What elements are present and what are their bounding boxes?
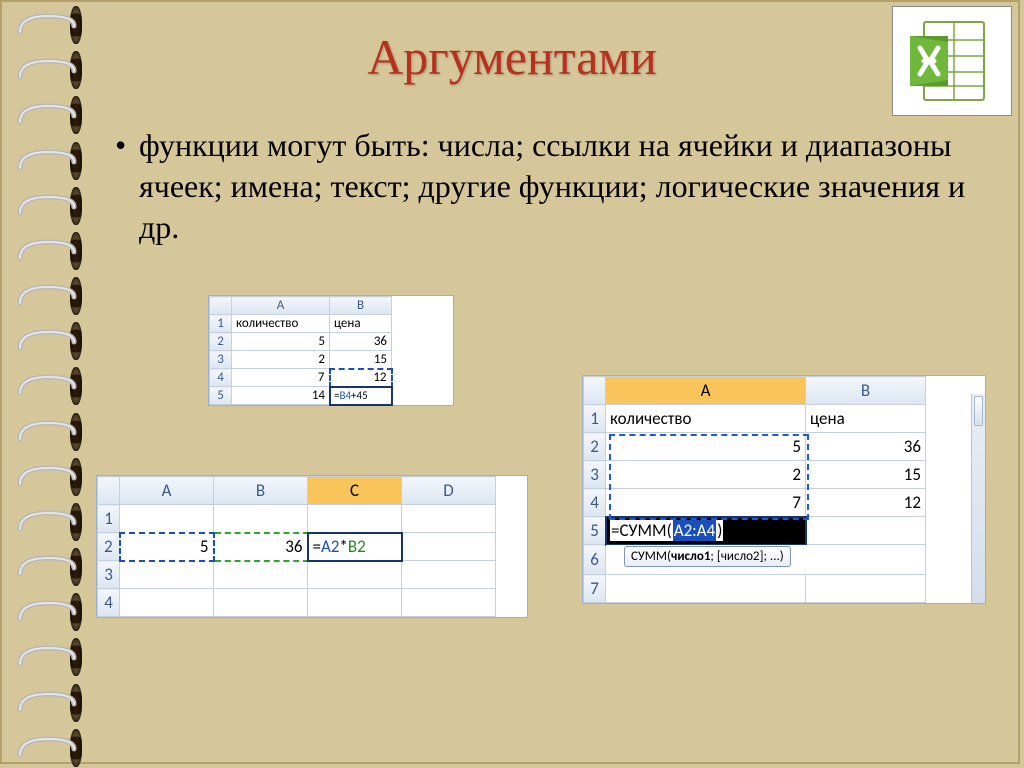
cell: [214, 505, 308, 533]
row-header: 1: [98, 505, 120, 533]
cell: [308, 561, 402, 589]
cell: 14: [232, 387, 330, 405]
cell: [402, 505, 496, 533]
formula-suffix: +45: [351, 389, 368, 402]
row-header: 2: [210, 333, 232, 351]
tooltip-rest: ; [число2]; ...): [710, 549, 783, 564]
cell: [214, 589, 308, 617]
cell: [308, 505, 402, 533]
bullet-content: функции могут быть: числа; ссылки на яче…: [139, 125, 969, 248]
bullet-text: •функции могут быть: числа; ссылки на яч…: [115, 125, 985, 248]
row-header: 5: [584, 517, 606, 545]
cell: 5: [606, 433, 806, 461]
col-header-a: A: [120, 477, 214, 505]
row-header: 4: [584, 489, 606, 517]
cell: [402, 533, 496, 561]
cell: [120, 505, 214, 533]
cell: количество: [606, 405, 806, 433]
function-tooltip: СУММ(число1; [число2]; ...): [624, 546, 791, 567]
cell-referenced: 36: [214, 533, 308, 561]
cell-formula-editing[interactable]: =A2*B2: [308, 533, 402, 561]
cell-referenced: 5: [120, 533, 214, 561]
row-header: 5: [210, 387, 232, 405]
cell: 15: [806, 461, 926, 489]
cell-formula-editing[interactable]: =СУММ(A2:A4): [606, 517, 806, 545]
row-header: 4: [98, 589, 120, 617]
spreadsheet-small: A B 1 количество цена 2 5 36 3 2 15 4 7: [208, 295, 454, 406]
col-header-b: B: [806, 377, 926, 405]
cell: [806, 517, 926, 545]
cell-formula-editing[interactable]: =B4+45: [330, 387, 392, 405]
cell: количество: [232, 315, 330, 333]
row-header: 6: [584, 545, 606, 575]
row-header: 2: [584, 433, 606, 461]
corner-cell: [210, 297, 232, 315]
row-header: 1: [210, 315, 232, 333]
row-header: 4: [210, 369, 232, 387]
slide-title: Аргументами: [0, 28, 1024, 86]
col-header-d: D: [402, 477, 496, 505]
cell: 12: [806, 489, 926, 517]
cell: 5: [232, 333, 330, 351]
cell: цена: [330, 315, 392, 333]
cell: [606, 575, 806, 603]
formula-range: A2:A4: [673, 520, 716, 541]
spreadsheet-multiply: A B C D 1 2 5 36 =A2*B2 3: [96, 475, 528, 618]
tooltip-arg-bold: число1: [671, 549, 710, 564]
scrollbar-vertical[interactable]: [971, 394, 985, 603]
row-header: 3: [98, 561, 120, 589]
row-header: 3: [210, 351, 232, 369]
row-header: 3: [584, 461, 606, 489]
col-header-a-selected: A: [606, 377, 806, 405]
row-header: 1: [584, 405, 606, 433]
cell: [402, 589, 496, 617]
cell: 36: [806, 433, 926, 461]
tooltip-fn: СУММ(: [631, 549, 671, 564]
row-header: 2: [98, 533, 120, 561]
cell: 2: [606, 461, 806, 489]
corner-cell: [584, 377, 606, 405]
formula-prefix: =СУММ(: [610, 520, 673, 541]
cell: 15: [330, 351, 392, 369]
spreadsheet-sum: A B 1 количество цена 2 5 36 3 2 15 4 7: [582, 375, 986, 604]
formula-op: *: [339, 536, 347, 557]
col-header-c-selected: C: [308, 477, 402, 505]
cell: 7: [232, 369, 330, 387]
presentation-slide: Аргументами •функции могут быть: числа; …: [0, 0, 1024, 768]
cell: [308, 589, 402, 617]
corner-cell: [98, 477, 120, 505]
col-header-b: B: [214, 477, 308, 505]
cell: [120, 589, 214, 617]
cell: [402, 561, 496, 589]
cell: 36: [330, 333, 392, 351]
cell: 2: [232, 351, 330, 369]
bullet-marker: •: [115, 125, 139, 166]
cell: [214, 561, 308, 589]
cell: [806, 575, 926, 603]
formula-prefix: =: [313, 536, 321, 557]
formula-suffix: ): [716, 520, 723, 541]
formula-ref1: A2: [321, 536, 339, 557]
cell: цена: [806, 405, 926, 433]
cell: [120, 561, 214, 589]
col-header-a: A: [232, 297, 330, 315]
col-header-b: B: [330, 297, 392, 315]
formula-ref2: B2: [348, 536, 366, 557]
row-header: 7: [584, 575, 606, 603]
spiral-binding: [8, 0, 88, 768]
cell: 7: [606, 489, 806, 517]
formula-ref: B4: [339, 389, 351, 402]
cell-referenced: 12: [330, 369, 392, 387]
